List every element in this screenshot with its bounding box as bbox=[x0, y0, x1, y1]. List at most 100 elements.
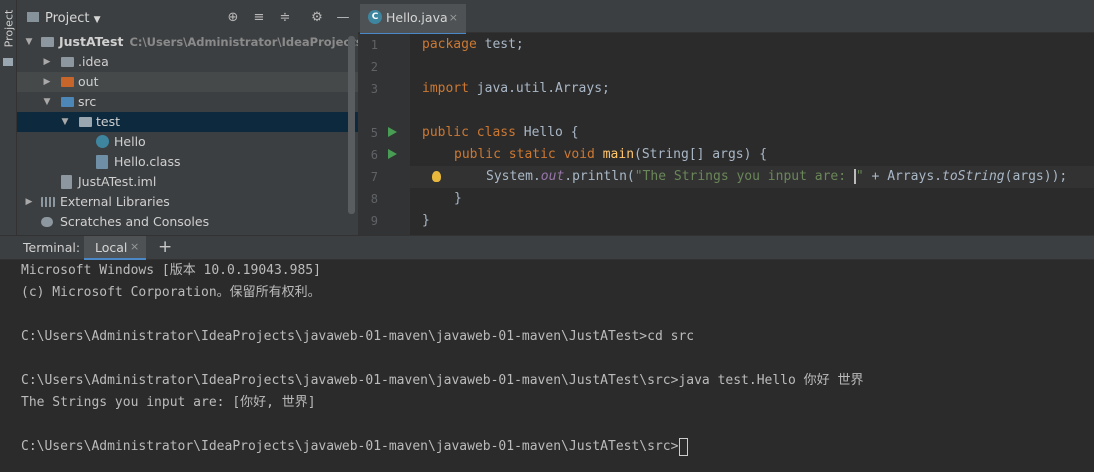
project-tool-button[interactable]: Project bbox=[3, 7, 16, 51]
keyword: public static void bbox=[454, 147, 595, 162]
line-number: 2 bbox=[370, 60, 378, 74]
code-text: Hello { bbox=[515, 125, 579, 140]
tree-item-src[interactable]: ▼ src bbox=[17, 92, 358, 112]
keyword: public class bbox=[422, 125, 516, 140]
tool-window-stripe: Project bbox=[0, 0, 17, 236]
terminal-output[interactable]: Microsoft Windows [版本 10.0.19043.985] (c… bbox=[0, 260, 1094, 472]
terminal-line: (c) Microsoft Corporation。保留所有权利。 bbox=[21, 285, 321, 300]
code-line-6: public static void main(String[] args) { bbox=[454, 144, 767, 166]
code-text: .println( bbox=[564, 169, 635, 184]
line-number: 9 bbox=[370, 214, 378, 228]
static-field: out bbox=[540, 169, 565, 184]
line-number: 8 bbox=[370, 192, 378, 206]
line-number: 1 bbox=[370, 38, 378, 52]
method-name: main bbox=[602, 147, 635, 162]
collapse-all-icon[interactable]: ≑ bbox=[277, 10, 293, 26]
chevron-down-icon[interactable]: ▼ bbox=[23, 32, 35, 52]
excluded-folder-icon bbox=[61, 77, 74, 87]
terminal-cursor bbox=[679, 437, 689, 456]
tree-item-label: Hello.class bbox=[114, 154, 181, 169]
project-view-selector[interactable]: Project ▼ bbox=[45, 11, 101, 26]
tree-item-path: C:\Users\Administrator\IdeaProjects\java… bbox=[129, 35, 358, 49]
project-panel-header: Project ▼ ⊕ ≡ ≑ ⚙ — bbox=[17, 0, 358, 36]
chevron-down-icon[interactable]: ▼ bbox=[59, 112, 71, 132]
scratches-icon bbox=[41, 217, 53, 227]
tree-item-justatest[interactable]: ▼ JustATest C:\Users\Administrator\IdeaPr… bbox=[17, 32, 358, 52]
terminal-prompt: C:\Users\Administrator\IdeaProjects\java… bbox=[21, 439, 679, 454]
expand-all-icon[interactable]: ≡ bbox=[251, 10, 267, 26]
tree-item-test[interactable]: ▼ test bbox=[17, 112, 358, 132]
tree-item-hello[interactable]: Hello bbox=[17, 132, 358, 152]
project-folder-icon[interactable] bbox=[3, 58, 13, 66]
code-text: java.util.Arrays; bbox=[468, 81, 610, 96]
java-class-icon bbox=[96, 135, 109, 148]
tree-item-out[interactable]: ▶ out bbox=[17, 72, 358, 92]
code-text: test; bbox=[476, 37, 524, 52]
chevron-down-icon[interactable]: ▼ bbox=[41, 92, 53, 112]
tree-item-external-libraries[interactable]: ▶ External Libraries bbox=[17, 192, 358, 212]
chevron-right-icon[interactable]: ▶ bbox=[41, 52, 53, 72]
tree-item-label: out bbox=[78, 74, 99, 89]
run-icon[interactable] bbox=[388, 149, 397, 159]
chevron-right-icon[interactable]: ▶ bbox=[41, 72, 53, 92]
code-line-7: System.out.println("The Strings you inpu… bbox=[486, 166, 1067, 188]
terminal-line: Microsoft Windows [版本 10.0.19043.985] bbox=[21, 263, 321, 278]
java-class-icon: C bbox=[368, 10, 382, 24]
tree-item-label: .idea bbox=[78, 54, 109, 69]
method-name: toString bbox=[942, 169, 1005, 184]
tab-label: Hello.java bbox=[386, 10, 448, 25]
lightbulb-icon[interactable] bbox=[432, 171, 441, 182]
gear-icon[interactable]: ⚙ bbox=[309, 10, 325, 26]
terminal-title: Terminal: bbox=[23, 240, 81, 255]
tab-local[interactable]: Local × bbox=[84, 236, 146, 261]
package-icon bbox=[79, 117, 92, 127]
libraries-icon bbox=[41, 197, 55, 207]
tree-item-label: Scratches and Consoles bbox=[60, 214, 210, 229]
close-icon[interactable]: × bbox=[449, 4, 458, 32]
locate-icon[interactable]: ⊕ bbox=[225, 10, 241, 26]
code-line-3: import java.util.Arrays; bbox=[422, 78, 610, 100]
code-line-5: public class Hello { bbox=[422, 122, 579, 144]
tree-item-label: JustATest bbox=[59, 34, 124, 49]
editor-tab-bar: C Hello.java × bbox=[358, 0, 1094, 36]
tree-item-label: src bbox=[78, 94, 97, 109]
tab-label: Local bbox=[95, 240, 128, 255]
tab-hello-java[interactable]: C Hello.java × bbox=[360, 4, 466, 36]
keyword: import bbox=[422, 81, 469, 96]
tree-item-idea[interactable]: ▶ .idea bbox=[17, 52, 358, 72]
run-icon[interactable] bbox=[388, 127, 397, 137]
chevron-down-icon: ▼ bbox=[93, 15, 101, 25]
terminal-line: C:\Users\Administrator\IdeaProjects\java… bbox=[21, 329, 695, 344]
line-number: 6 bbox=[370, 148, 378, 162]
keyword: package bbox=[422, 37, 477, 52]
terminal-line: C:\Users\Administrator\IdeaProjects\java… bbox=[21, 373, 864, 388]
iml-file-icon bbox=[61, 175, 72, 189]
minimize-icon[interactable]: — bbox=[335, 10, 351, 26]
tree-item-label: JustATest.iml bbox=[78, 174, 157, 189]
tree-item-scratches[interactable]: Scratches and Consoles bbox=[17, 212, 358, 232]
project-panel: Project ▼ ⊕ ≡ ≑ ⚙ — ▼ JustATest C:\Users\… bbox=[17, 0, 358, 236]
source-folder-icon bbox=[61, 97, 74, 107]
terminal-line: The Strings you input are: [你好, 世界] bbox=[21, 395, 316, 410]
code-text: (args)); bbox=[1004, 169, 1068, 184]
tree-item-label: External Libraries bbox=[60, 194, 170, 209]
tree-item-iml[interactable]: JustATest.iml bbox=[17, 172, 358, 192]
line-number: 5 bbox=[370, 126, 378, 140]
editor-gutter: 1 2 3 5 6 7 8 9 − − bbox=[358, 34, 422, 235]
folder-icon bbox=[61, 57, 74, 67]
tree-item-label: Hello bbox=[114, 134, 146, 149]
code-text: (String[] args) { bbox=[634, 147, 768, 162]
new-terminal-button[interactable]: + bbox=[158, 237, 172, 257]
terminal-header: Terminal: Local × + bbox=[0, 235, 1094, 261]
terminal-prompt-line: C:\Users\Administrator\IdeaProjects\java… bbox=[21, 436, 689, 458]
project-view-icon bbox=[27, 12, 39, 22]
close-icon[interactable]: × bbox=[130, 240, 139, 253]
code-editor[interactable]: package test; import java.util.Arrays; p… bbox=[410, 34, 1094, 235]
module-folder-icon bbox=[41, 37, 54, 47]
project-scrollbar[interactable] bbox=[348, 36, 355, 214]
tree-item-label: test bbox=[96, 114, 121, 129]
line-number: 7 bbox=[370, 170, 378, 184]
tree-item-hello-class[interactable]: Hello.class bbox=[17, 152, 358, 172]
chevron-right-icon[interactable]: ▶ bbox=[23, 192, 35, 212]
string-literal: " bbox=[855, 169, 864, 184]
